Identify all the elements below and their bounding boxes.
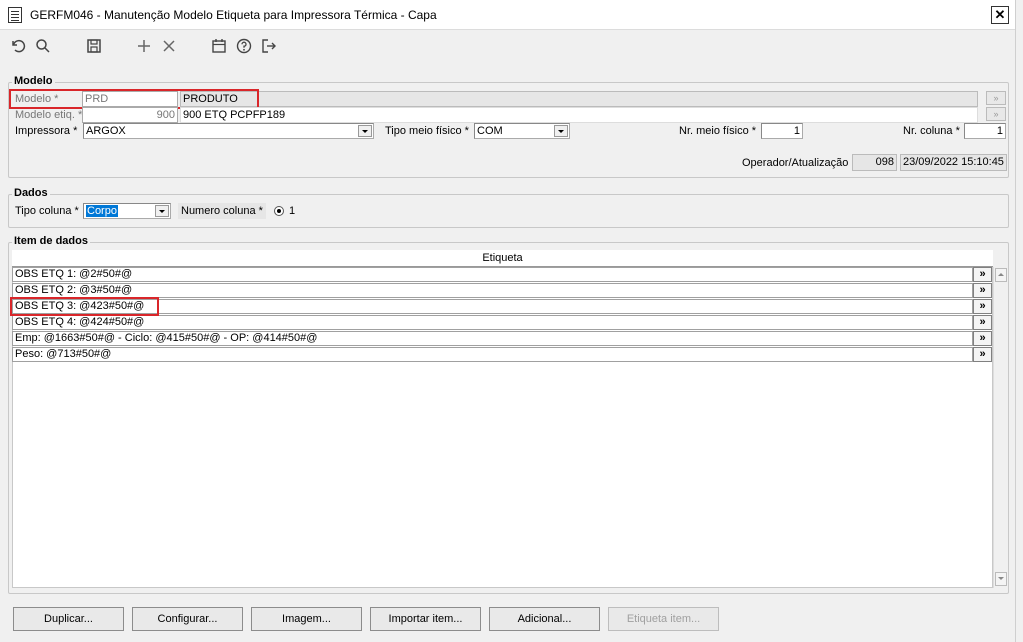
- impressora-select[interactable]: ARGOX: [83, 123, 374, 139]
- help-icon[interactable]: [233, 35, 255, 57]
- row-edit-button[interactable]: »: [973, 315, 992, 330]
- adicional-button[interactable]: Adicional...: [489, 607, 600, 631]
- title-bar: GERFM046 - Manutenção Modelo Etiqueta pa…: [0, 0, 1023, 30]
- etiqueta-item-button: Etiqueta item...: [608, 607, 719, 631]
- chevron-down-icon[interactable]: [554, 125, 568, 137]
- dados-group-label: Dados: [12, 187, 50, 199]
- undo-icon[interactable]: [7, 35, 29, 57]
- modelo-group-label: Modelo: [12, 75, 55, 87]
- atualizacao-value: 23/09/2022 15:10:45: [900, 154, 1007, 171]
- add-icon[interactable]: [133, 35, 155, 57]
- exit-icon[interactable]: [258, 35, 280, 57]
- row-edit-button[interactable]: »: [973, 299, 992, 314]
- modelo-lookup-button[interactable]: »: [986, 91, 1006, 105]
- window-edge: [1015, 0, 1023, 642]
- table-row[interactable]: OBS ETQ 2: @3#50#@: [12, 283, 973, 298]
- configurar-button-label: Configurar...: [157, 613, 218, 625]
- impressora-label: Impressora *: [15, 125, 78, 137]
- tipo-meio-select[interactable]: COM: [474, 123, 570, 139]
- column-header-etiqueta[interactable]: Etiqueta: [12, 250, 993, 267]
- calendar-icon[interactable]: [208, 35, 230, 57]
- delete-icon[interactable]: [158, 35, 180, 57]
- toolbar: [0, 30, 1023, 62]
- scroll-down-icon[interactable]: [995, 572, 1007, 586]
- chevron-down-icon[interactable]: [155, 205, 169, 217]
- search-icon[interactable]: [32, 35, 54, 57]
- tipo-meio-value: COM: [477, 125, 503, 137]
- tipo-coluna-value: Corpo: [86, 205, 118, 217]
- imagem-button-label: Imagem...: [282, 613, 331, 625]
- modelo-etiq-input[interactable]: 900: [82, 107, 178, 123]
- operador-label: Operador/Atualização: [742, 157, 849, 169]
- importar-item-button[interactable]: Importar item...: [370, 607, 481, 631]
- itens-group-label: Item de dados: [12, 235, 90, 247]
- close-button[interactable]: ✕: [991, 6, 1009, 24]
- modelo-description: PRODUTO: [180, 91, 978, 107]
- duplicar-button[interactable]: Duplicar...: [13, 607, 124, 631]
- nr-coluna-label: Nr. coluna *: [903, 125, 960, 137]
- adicional-button-label: Adicional...: [517, 613, 572, 625]
- tipo-meio-label: Tipo meio físico *: [385, 125, 469, 137]
- duplicar-button-label: Duplicar...: [44, 613, 93, 625]
- row-edit-button[interactable]: »: [973, 267, 992, 282]
- highlight-box-row: [10, 297, 159, 316]
- save-icon[interactable]: [83, 35, 105, 57]
- operador-value: 098: [852, 154, 897, 171]
- highlight-box-modelo: [9, 89, 259, 109]
- nr-meio-label: Nr. meio físico *: [679, 125, 757, 137]
- scroll-up-icon[interactable]: [995, 268, 1007, 282]
- numero-coluna-radio[interactable]: [274, 206, 284, 216]
- modelo-etiq-description: 900 ETQ PCPFP189: [180, 107, 978, 123]
- window-title: GERFM046 - Manutenção Modelo Etiqueta pa…: [30, 8, 437, 22]
- modelo-etiq-label: Modelo etiq. *: [15, 109, 83, 121]
- table-row[interactable]: OBS ETQ 4: @424#50#@: [12, 315, 973, 330]
- table-row[interactable]: Emp: @1663#50#@ - Ciclo: @415#50#@ - OP:…: [12, 331, 973, 346]
- vertical-scrollbar[interactable]: [993, 267, 1007, 588]
- row-edit-button[interactable]: »: [973, 331, 992, 346]
- nr-coluna-input[interactable]: 1: [964, 123, 1006, 139]
- etiqueta-item-button-label: Etiqueta item...: [626, 613, 701, 625]
- row-edit-button[interactable]: »: [973, 283, 992, 298]
- importar-item-button-label: Importar item...: [388, 613, 463, 625]
- configurar-button[interactable]: Configurar...: [132, 607, 243, 631]
- numero-coluna-label: Numero coluna *: [178, 203, 266, 219]
- impressora-value: ARGOX: [86, 125, 126, 137]
- modelo-etiq-lookup-button[interactable]: »: [986, 107, 1006, 121]
- tipo-coluna-label: Tipo coluna *: [15, 205, 79, 217]
- table-row[interactable]: Peso: @713#50#@: [12, 347, 973, 362]
- row-edit-button[interactable]: »: [973, 347, 992, 362]
- numero-coluna-value: 1: [289, 205, 296, 217]
- chevron-down-icon[interactable]: [358, 125, 372, 137]
- table-row[interactable]: OBS ETQ 1: @2#50#@: [12, 267, 973, 282]
- tipo-coluna-select[interactable]: Corpo: [83, 203, 171, 219]
- nr-meio-input[interactable]: 1: [761, 123, 803, 139]
- imagem-button[interactable]: Imagem...: [251, 607, 362, 631]
- app-icon: [8, 7, 22, 23]
